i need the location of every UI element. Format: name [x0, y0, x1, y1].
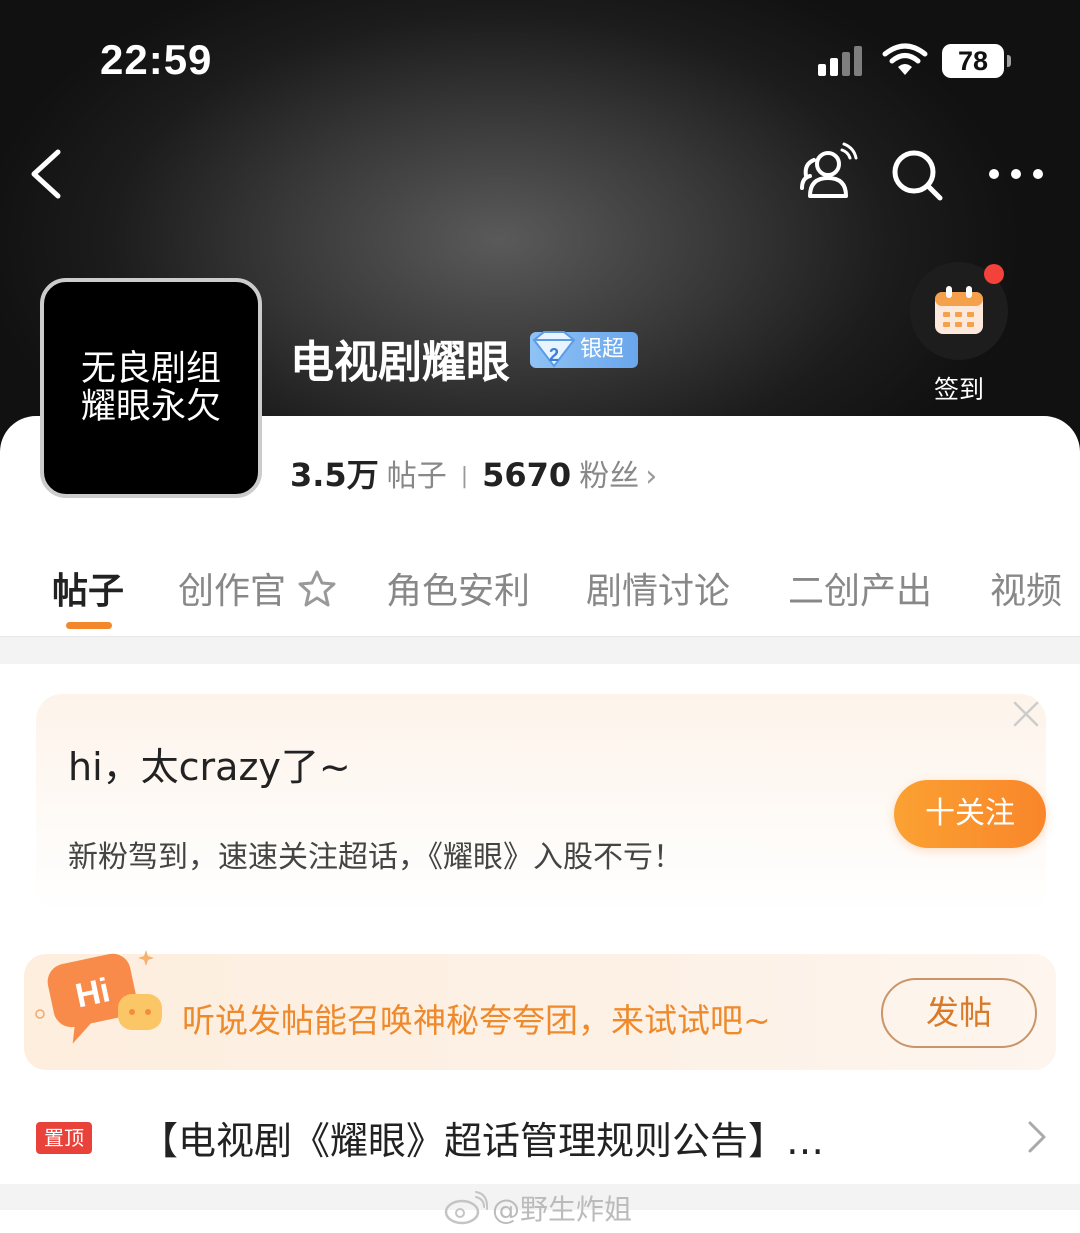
- avatar-line-2: 耀眼永欠: [80, 387, 221, 427]
- hi-bubble-icon: Hi: [35, 950, 162, 1044]
- pinned-post-title[interactable]: 【电视剧《耀眼》超话管理规则公告】…: [140, 1110, 824, 1165]
- chevron-right-icon[interactable]: ›: [645, 459, 657, 494]
- weibo-logo-icon: [444, 1191, 488, 1225]
- posts-count: 3.5万: [290, 456, 379, 494]
- level-badge[interactable]: 2 银超: [530, 331, 638, 368]
- pinned-badge: 置顶: [36, 1122, 92, 1154]
- tab-video[interactable]: 视频: [990, 562, 1062, 614]
- follow-button[interactable]: 十关注: [894, 780, 1046, 848]
- topic-title: 电视剧耀眼: [290, 337, 510, 388]
- people-icon[interactable]: [798, 142, 858, 202]
- fans-label[interactable]: 粉丝: [579, 451, 639, 495]
- tab-character[interactable]: 角色安利: [386, 562, 530, 614]
- creator-star-icon: [298, 570, 336, 607]
- tab-creator[interactable]: 创作官: [178, 562, 337, 614]
- search-icon[interactable]: [890, 148, 946, 204]
- badge-level: 2: [549, 345, 559, 365]
- fans-count[interactable]: 5670: [482, 456, 571, 494]
- watermark-text: @野生炸姐: [492, 1193, 633, 1226]
- section-divider: [0, 636, 1080, 664]
- diamond-icon: 2: [532, 331, 576, 368]
- post-prompt-text: 听说发帖能召唤神秘夸夸团，来试试吧~: [182, 1001, 771, 1040]
- tab-posts[interactable]: 帖子: [52, 562, 124, 614]
- avatar-line-1: 无良剧组: [80, 349, 221, 389]
- chevron-right-icon[interactable]: [1026, 1120, 1048, 1154]
- badge-label: 银超: [580, 337, 625, 362]
- close-icon[interactable]: [1012, 700, 1040, 728]
- post-button[interactable]: 发帖: [881, 978, 1037, 1048]
- tab-creator-label: 创作官: [178, 571, 287, 612]
- topic-stats: 3.5万 帖子 | 5670 粉丝 ›: [290, 450, 657, 496]
- wifi-icon: [882, 43, 928, 75]
- welcome-title: hi，太crazy了~: [68, 745, 351, 789]
- notification-dot: [984, 264, 1004, 284]
- topic-avatar[interactable]: 无良剧组 耀眼永欠: [40, 278, 262, 498]
- status-time: 22:59: [100, 36, 213, 83]
- back-chevron-icon[interactable]: [28, 148, 64, 200]
- stats-separator: |: [460, 464, 469, 489]
- tab-active-indicator: [66, 622, 112, 629]
- watermark: @野生炸姐: [444, 1188, 632, 1228]
- checkin-label[interactable]: 签到: [930, 370, 988, 406]
- more-icon[interactable]: [986, 166, 1046, 182]
- tab-bar: 帖子 创作官 角色安利 剧情讨论 二创产出 视频: [0, 562, 1080, 622]
- posts-label: 帖子: [386, 459, 447, 494]
- signal-icon: [818, 46, 866, 76]
- tab-plot[interactable]: 剧情讨论: [586, 562, 730, 614]
- calendar-icon: [935, 286, 983, 334]
- welcome-subtitle: 新粉驾到，速速关注超话，《耀眼》入股不亏！: [68, 840, 683, 875]
- battery-indicator: 78: [942, 44, 1011, 78]
- tab-fanworks[interactable]: 二创产出: [788, 562, 932, 614]
